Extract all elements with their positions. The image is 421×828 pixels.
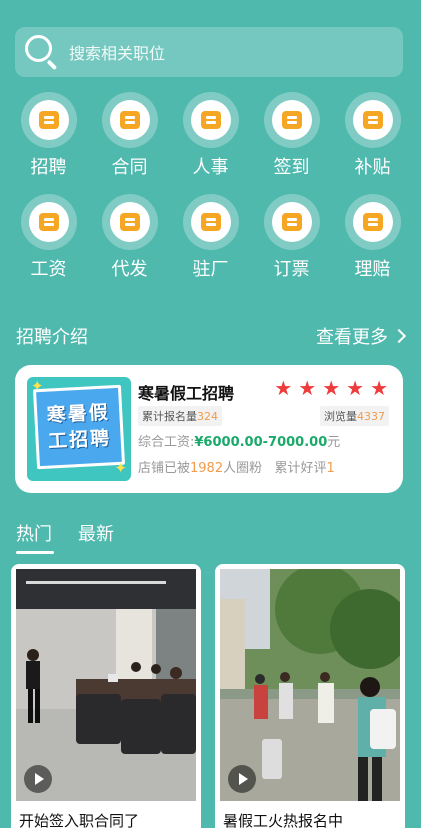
star-icon: ★ xyxy=(322,376,341,400)
money-bag-icon xyxy=(119,213,140,231)
job-card[interactable]: 寒暑假工招聘 ✦ ✦ 寒暑假工招聘 ★ ★ ★ ★ ★ 累计报名量324 浏览量… xyxy=(15,365,403,493)
poster-text: 寒暑假工招聘 xyxy=(46,401,112,453)
grid-label: 合同 xyxy=(111,157,148,178)
see-more-link[interactable]: 查看更多 xyxy=(316,323,407,349)
grid-item-contract[interactable]: 合同 xyxy=(89,92,170,180)
job-poster: 寒暑假工招聘 ✦ ✦ xyxy=(27,377,131,481)
worker-icon xyxy=(38,213,59,231)
search-bar[interactable]: 搜索相关职位 xyxy=(15,27,403,77)
grid-item-checkin[interactable]: 签到 xyxy=(251,92,332,180)
grid-item-recruit[interactable]: 招聘 xyxy=(8,92,89,180)
grid-label: 驻厂 xyxy=(192,259,229,280)
post-title: 开始签入职合同了 xyxy=(19,812,140,828)
chevron-right-icon xyxy=(391,328,407,344)
video-post[interactable]: 暑假工火热报名中 xyxy=(215,564,405,828)
grid-label: 招聘 xyxy=(30,157,67,178)
section-title: 招聘介绍 xyxy=(16,327,88,348)
post-title: 暑假工火热报名中 xyxy=(223,812,344,828)
handshake-icon xyxy=(38,111,59,129)
grid-item-salary[interactable]: 工资 xyxy=(8,194,89,282)
grid-item-hr[interactable]: 人事 xyxy=(170,92,251,180)
see-more-label: 查看更多 xyxy=(316,327,388,348)
salary-line: 综合工资:¥6000.00-7000.00元 xyxy=(138,435,341,450)
section-header: 招聘介绍 查看更多 xyxy=(16,323,407,349)
sparkle-icon: ✦ xyxy=(114,459,127,477)
grid-item-subsidy[interactable]: 补贴 xyxy=(332,92,413,180)
search-icon xyxy=(25,35,59,71)
star-icon: ★ xyxy=(370,376,388,400)
star-icon: ★ xyxy=(298,376,317,400)
hand-coin-icon xyxy=(362,213,383,231)
ticket-icon xyxy=(362,111,383,129)
play-icon[interactable] xyxy=(24,765,52,793)
grid-item-tickets[interactable]: 订票 xyxy=(251,194,332,282)
tab-hot[interactable]: 热门 xyxy=(16,520,54,554)
oa-icon xyxy=(200,111,221,129)
factory-icon xyxy=(200,213,221,231)
rating-stars: ★ ★ ★ ★ ★ xyxy=(274,377,388,399)
video-thumbnail xyxy=(16,569,196,801)
sparkle-icon: ✦ xyxy=(31,377,44,395)
search-input[interactable]: 搜索相关职位 xyxy=(69,40,165,64)
grid-label: 人事 xyxy=(192,157,229,178)
grid-item-payroll[interactable]: 代发 xyxy=(89,194,170,282)
star-icon: ★ xyxy=(346,376,365,400)
grid-item-claims[interactable]: 理赔 xyxy=(332,194,413,282)
grid-label: 工资 xyxy=(30,259,67,280)
play-icon[interactable] xyxy=(228,765,256,793)
video-post[interactable]: 开始签入职合同了 xyxy=(11,564,201,828)
grid-label: 签到 xyxy=(273,157,310,178)
feed-tabs: 热门 最新 xyxy=(16,520,114,554)
video-thumbnail xyxy=(220,569,400,801)
grid-label: 理赔 xyxy=(354,259,391,280)
grid-label: 订票 xyxy=(273,259,310,280)
clock-icon xyxy=(281,111,302,129)
grid-label: 代发 xyxy=(111,259,148,280)
views-count-tag: 浏览量4337 xyxy=(320,406,389,426)
ticket-icon xyxy=(281,213,302,231)
shop-stats-line: 店铺已被1982人圈粉 累计好评1 xyxy=(138,461,335,476)
star-icon: ★ xyxy=(274,376,293,400)
grid-label: 补贴 xyxy=(354,157,391,178)
document-icon xyxy=(119,111,140,129)
service-grid: 招聘 合同 人事 签到 补贴 工资 代发 驻厂 订票 理赔 xyxy=(8,92,413,282)
signup-count-tag: 累计报名量324 xyxy=(138,406,222,426)
grid-item-onsite[interactable]: 驻厂 xyxy=(170,194,251,282)
tab-latest[interactable]: 最新 xyxy=(78,520,114,554)
job-title: 寒暑假工招聘 xyxy=(138,384,235,403)
